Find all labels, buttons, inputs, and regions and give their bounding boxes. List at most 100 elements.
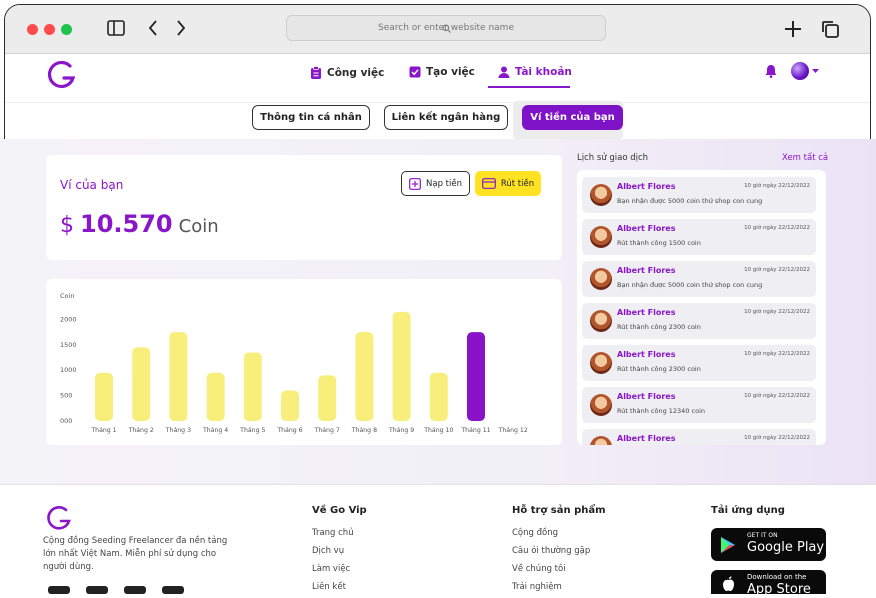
footer-link[interactable]: Câu ỏi thường gặp [512, 546, 590, 556]
apple-icon [723, 576, 734, 591]
nav-item-label: Công việc [327, 66, 385, 79]
history-date: 10 giờ ngày 22/12/2022 [744, 393, 810, 399]
bar [132, 347, 151, 421]
bar [243, 352, 262, 421]
footer-link[interactable]: Làm việc [312, 564, 350, 574]
app-store-small: Download on the [747, 573, 807, 581]
x-tick-label: Tháng 4 [202, 426, 228, 434]
y-tick-label: 1500 [60, 341, 77, 349]
x-tick-label: Tháng 7 [314, 426, 340, 434]
footer-col-title: Tải ứng dụng [711, 505, 785, 516]
avatar [590, 352, 612, 374]
y-tick-label: 000 [60, 417, 72, 425]
bar [392, 311, 411, 421]
nav-item-tai-khoan[interactable]: Tài khoản [498, 66, 572, 78]
footer-link[interactable]: Trang chủ [312, 528, 354, 538]
history-name: Albert Flores [617, 434, 676, 443]
footer-col-title: Hỗ trợ sản phẩm [512, 505, 606, 516]
deposit-button[interactable]: Nạp tiền [401, 171, 470, 196]
history-item[interactable]: Albert Flores 10 giờ ngày 22/12/2022 Rút t… [582, 303, 816, 339]
new-tab-icon[interactable] [783, 19, 803, 39]
avatar[interactable] [791, 62, 809, 80]
avatar [590, 394, 612, 416]
x-tick-label: Tháng 1 [90, 426, 116, 434]
history-date: 10 giờ ngày 22/12/2022 [744, 267, 810, 273]
social-instagram-icon[interactable] [86, 586, 108, 594]
plus-square-icon [409, 177, 421, 190]
clipboard-icon [311, 66, 321, 79]
footer-link[interactable]: Liên kết [312, 582, 346, 592]
history-desc: Rút thành công 2300 coin [617, 365, 701, 373]
footer-link[interactable]: Cộng đồng [512, 528, 558, 538]
withdraw-label: Rút tiền [500, 178, 535, 189]
history-item[interactable]: Albert Flores 10 giờ ngày 22/12/2022 Bạn n… [582, 177, 816, 213]
wallet-balance: $ 10.570 Coin [60, 210, 219, 238]
footer-link[interactable]: Trải nghiệm [512, 582, 562, 592]
y-tick-label: 500 [60, 392, 72, 400]
user-icon [498, 66, 510, 78]
minimize-window-button[interactable] [44, 24, 55, 35]
history-panel: Albert Flores 10 giờ ngày 22/12/2022 Bạn n… [577, 170, 826, 445]
avatar [590, 436, 612, 445]
balance-value: 10.570 [80, 210, 173, 238]
history-desc: Rút thành công 12340 coin [617, 407, 705, 415]
footer-logo [47, 506, 71, 530]
tab-lien-ket-ngan-hang[interactable]: Liên kết ngân hàng [384, 105, 508, 130]
address-bar[interactable]: Search or enter website name [286, 15, 606, 41]
history-item[interactable]: Albert Flores 10 giờ ngày 22/12/2022 Rút t… [582, 387, 816, 423]
balance-unit: Coin [178, 216, 219, 237]
deposit-label: Nạp tiền [426, 178, 462, 189]
history-item[interactable]: Albert Flores 10 giờ ngày 22/12/2022 Rút t… [582, 345, 816, 381]
close-window-button[interactable] [27, 24, 38, 35]
chevron-down-icon[interactable] [812, 69, 819, 74]
go-vip-logo[interactable] [44, 58, 80, 90]
tab-vi-tien[interactable]: Ví tiền của bạn [522, 105, 623, 130]
nav-item-cong-viec[interactable]: Công việc [310, 66, 384, 79]
app-store-big: App Store [747, 582, 811, 597]
nav-item-label: Tạo việc [426, 66, 475, 78]
currency-symbol: $ [60, 213, 74, 238]
footer-link[interactable]: Về chúng tôi [512, 564, 566, 574]
social-youtube-icon[interactable] [162, 586, 184, 594]
footer-link[interactable]: Dịch vụ [312, 546, 344, 556]
x-tick-label: Tháng 5 [239, 426, 265, 434]
app-store-button[interactable]: Download on the App Store [711, 570, 826, 597]
sidebar-toggle-icon[interactable] [107, 20, 125, 36]
back-icon[interactable] [147, 19, 159, 37]
history-desc: Rút thành công 1500 coin [617, 239, 701, 247]
social-facebook-icon[interactable] [48, 586, 70, 594]
tab-thong-tin-ca-nhan[interactable]: Thông tin cá nhân [252, 105, 370, 130]
forward-icon[interactable] [175, 19, 187, 37]
history-item[interactable]: Albert Flores 10 giờ ngày 22/12/2022 Bạn n… [582, 261, 816, 297]
avatar [590, 310, 612, 332]
history-name: Albert Flores [617, 350, 676, 359]
x-tick-label: Tháng 6 [276, 426, 302, 434]
withdraw-button[interactable]: Rút tiền [475, 171, 541, 196]
history-date: 10 giờ ngày 22/12/2022 [744, 309, 810, 315]
x-tick-label: Tháng 8 [351, 426, 377, 434]
footer-description: Cộng đồng Seeding Freelancer đa nền tảng… [43, 536, 228, 572]
history-desc: Bạn nhận được 5000 coin thứ shop con cun… [617, 197, 763, 205]
google-play-button[interactable]: GET IT ON Google Play [711, 528, 826, 561]
history-item[interactable]: Albert Flores 10 giờ ngày 22/12/2022 [582, 429, 816, 445]
coin-bar-chart: Coin 2000 1500 1000 500 000 Tháng 1 Tháng 2 Thán… [60, 292, 528, 434]
google-play-big: Google Play [747, 540, 825, 555]
tabs-overview-icon[interactable] [820, 19, 840, 39]
history-date: 10 giờ ngày 22/12/2022 [744, 183, 810, 189]
bell-icon[interactable] [765, 64, 777, 78]
history-item[interactable]: Albert Flores 10 giờ ngày 22/12/2022 Rút t… [582, 219, 816, 255]
history-title: Lịch sử giao dịch [577, 153, 649, 163]
history-name: Albert Flores [617, 392, 676, 401]
bar [429, 372, 448, 421]
bar [206, 372, 225, 421]
maximize-window-button[interactable] [61, 24, 72, 35]
nav-item-tao-viec[interactable]: Tạo việc [409, 66, 475, 78]
x-tick-label: Tháng 3 [165, 426, 191, 434]
social-twitter-icon[interactable] [124, 586, 146, 594]
app-navbar [5, 54, 870, 103]
x-tick-label: Tháng 2 [128, 426, 154, 434]
history-name: Albert Flores [617, 224, 676, 233]
bar [169, 332, 188, 421]
see-all-link[interactable]: Xem tất cả [782, 153, 828, 163]
checkbox-icon [409, 66, 421, 78]
